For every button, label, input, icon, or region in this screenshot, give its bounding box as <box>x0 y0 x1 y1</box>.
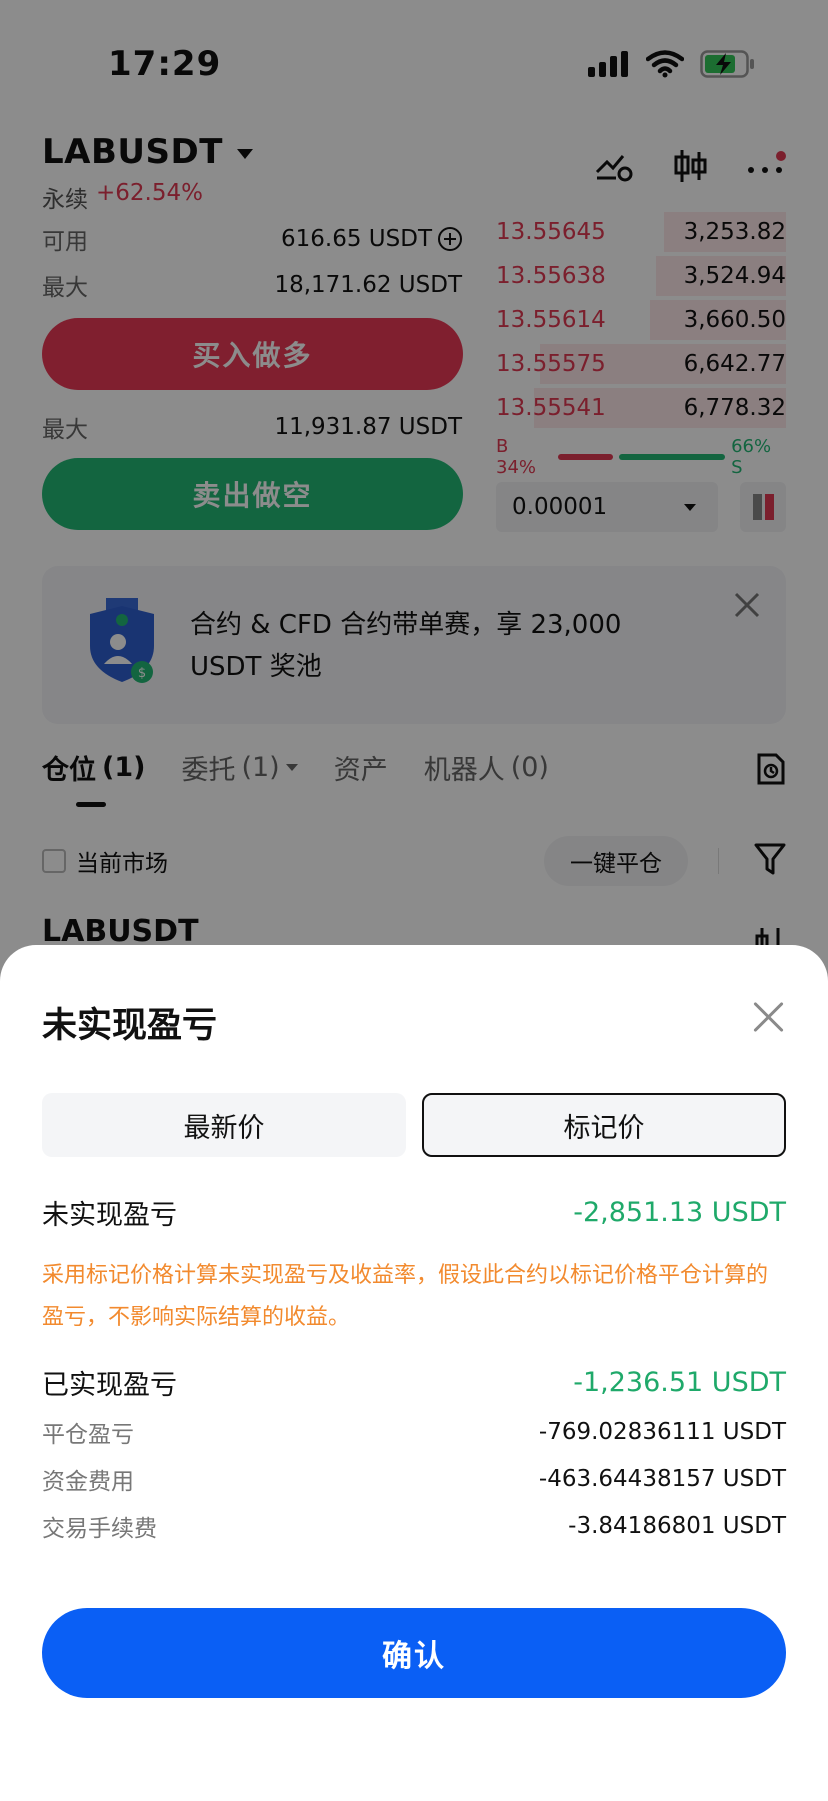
funding-fee-label: 资金费用 <box>42 1469 134 1495</box>
trading-fee-row: 交易手续费 -3.84186801 USDT <box>42 1509 786 1543</box>
unrealized-pnl-sheet: 未实现盈亏 最新价 标记价 未实现盈亏 -2,851.13 USDT 采用标记价… <box>0 945 828 1801</box>
close-pnl-row: 平仓盈亏 -769.02836111 USDT <box>42 1415 786 1449</box>
unrealized-pnl-label: 未实现盈亏 <box>42 1200 177 1231</box>
mark-price-option[interactable]: 标记价 <box>422 1093 786 1157</box>
close-icon[interactable] <box>752 1001 784 1033</box>
funding-fee-value: -463.64438157 USDT <box>538 1466 786 1492</box>
trading-fee-value: -3.84186801 USDT <box>568 1513 786 1539</box>
unrealized-pnl-row: 未实现盈亏 -2,851.13 USDT <box>42 1193 786 1232</box>
unrealized-pnl-value: -2,851.13 USDT <box>573 1197 786 1228</box>
close-pnl-label: 平仓盈亏 <box>42 1422 134 1448</box>
latest-price-option[interactable]: 最新价 <box>42 1093 406 1157</box>
sheet-title: 未实现盈亏 <box>42 1006 218 1046</box>
realized-pnl-value: -1,236.51 USDT <box>573 1367 786 1398</box>
realized-pnl-row: 已实现盈亏 -1,236.51 USDT <box>42 1363 786 1402</box>
mark-price-note: 采用标记价格计算未实现盈亏及收益率，假设此合约以标记价格平仓计算的盈亏，不影响实… <box>42 1263 769 1330</box>
trading-fee-label: 交易手续费 <box>42 1516 157 1542</box>
funding-fee-row: 资金费用 -463.64438157 USDT <box>42 1462 786 1496</box>
realized-pnl-label: 已实现盈亏 <box>42 1370 177 1401</box>
confirm-button[interactable]: 确认 <box>42 1608 786 1698</box>
close-pnl-value: -769.02836111 USDT <box>538 1419 786 1445</box>
